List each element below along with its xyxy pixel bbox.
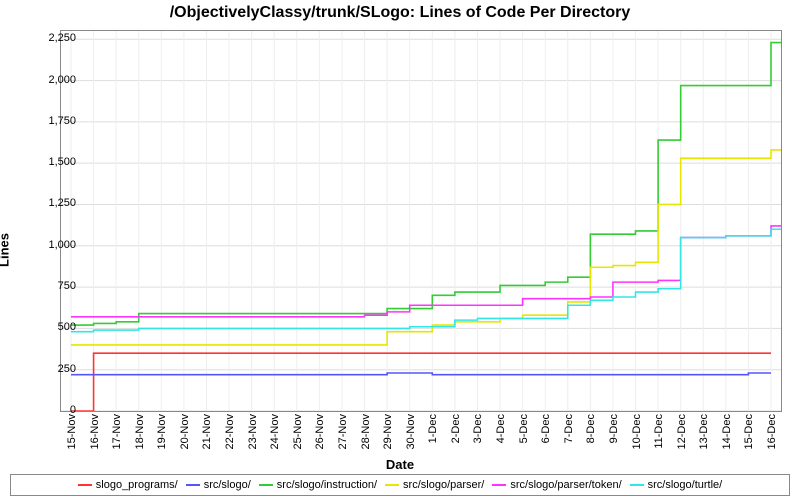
legend-label: src/slogo/turtle/	[648, 479, 723, 491]
x-tick-label: 23-Nov	[247, 414, 259, 449]
x-tick-label: 13-Dec	[698, 414, 710, 449]
plot-area	[60, 30, 782, 412]
chart-container: /ObjectivelyClassy/trunk/SLogo: Lines of…	[0, 0, 800, 500]
x-tick-label: 6-Dec	[540, 414, 552, 443]
x-tick-label: 29-Nov	[382, 414, 394, 449]
y-tick-label: 1,750	[26, 115, 76, 127]
x-tick-label: 24-Nov	[269, 414, 281, 449]
x-tick-label: 14-Dec	[721, 414, 733, 449]
y-tick-label: 2,000	[26, 74, 76, 86]
x-tick-label: 16-Nov	[89, 414, 101, 449]
y-tick-label: 2,250	[26, 32, 76, 44]
legend-label: src/slogo/instruction/	[277, 479, 377, 491]
x-tick-label: 8-Dec	[585, 414, 597, 443]
x-tick-label: 27-Nov	[337, 414, 349, 449]
series-line	[71, 41, 781, 325]
legend-swatch	[385, 484, 399, 486]
series-line	[71, 373, 771, 375]
legend-item: src/slogo/parser/	[385, 479, 484, 491]
x-tick-label: 20-Nov	[179, 414, 191, 449]
x-tick-label: 21-Nov	[201, 414, 213, 449]
legend-item: slogo_programs/	[78, 479, 178, 491]
series-line	[71, 353, 771, 411]
legend-swatch	[259, 484, 273, 486]
y-axis-label: Lines	[0, 233, 12, 267]
legend-swatch	[78, 484, 92, 486]
x-tick-label: 3-Dec	[472, 414, 484, 443]
x-tick-label: 11-Dec	[653, 414, 665, 449]
x-tick-label: 7-Dec	[563, 414, 575, 443]
legend-label: src/slogo/parser/token/	[510, 479, 621, 491]
x-tick-label: 19-Nov	[156, 414, 168, 449]
x-tick-label: 1-Dec	[427, 414, 439, 443]
x-tick-label: 22-Nov	[224, 414, 236, 449]
legend-item: src/slogo/turtle/	[630, 479, 723, 491]
y-tick-label: 1,500	[26, 156, 76, 168]
y-tick-label: 500	[26, 321, 76, 333]
x-tick-label: 25-Nov	[292, 414, 304, 449]
x-tick-label: 10-Dec	[631, 414, 643, 449]
x-tick-label: 16-Dec	[766, 414, 778, 449]
series-line	[71, 148, 781, 345]
series-line	[71, 219, 781, 316]
x-tick-label: 5-Dec	[518, 414, 530, 443]
x-tick-label: 17-Nov	[111, 414, 123, 449]
y-tick-label: 750	[26, 280, 76, 292]
plot-svg	[61, 31, 781, 411]
legend-swatch	[630, 484, 644, 486]
x-tick-label: 9-Dec	[608, 414, 620, 443]
chart-title: /ObjectivelyClassy/trunk/SLogo: Lines of…	[0, 4, 800, 22]
x-axis-label: Date	[0, 457, 800, 472]
legend-label: src/slogo/parser/	[403, 479, 484, 491]
x-tick-label: 15-Dec	[743, 414, 755, 449]
legend-swatch	[186, 484, 200, 486]
legend-item: src/slogo/instruction/	[259, 479, 377, 491]
y-tick-label: 1,000	[26, 239, 76, 251]
x-tick-label: 4-Dec	[495, 414, 507, 443]
x-tick-label: 12-Dec	[676, 414, 688, 449]
legend-label: slogo_programs/	[96, 479, 178, 491]
y-tick-label: 250	[26, 363, 76, 375]
legend-swatch	[492, 484, 506, 486]
legend-item: src/slogo/parser/token/	[492, 479, 621, 491]
legend-item: src/slogo/	[186, 479, 251, 491]
y-tick-label: 1,250	[26, 197, 76, 209]
x-tick-label: 26-Nov	[314, 414, 326, 449]
x-tick-label: 18-Nov	[134, 414, 146, 449]
legend: slogo_programs/src/slogo/src/slogo/instr…	[10, 474, 790, 496]
x-tick-label: 28-Nov	[360, 414, 372, 449]
legend-label: src/slogo/	[204, 479, 251, 491]
x-tick-label: 2-Dec	[450, 414, 462, 443]
x-tick-label: 30-Nov	[405, 414, 417, 449]
x-tick-label: 15-Nov	[66, 414, 78, 449]
